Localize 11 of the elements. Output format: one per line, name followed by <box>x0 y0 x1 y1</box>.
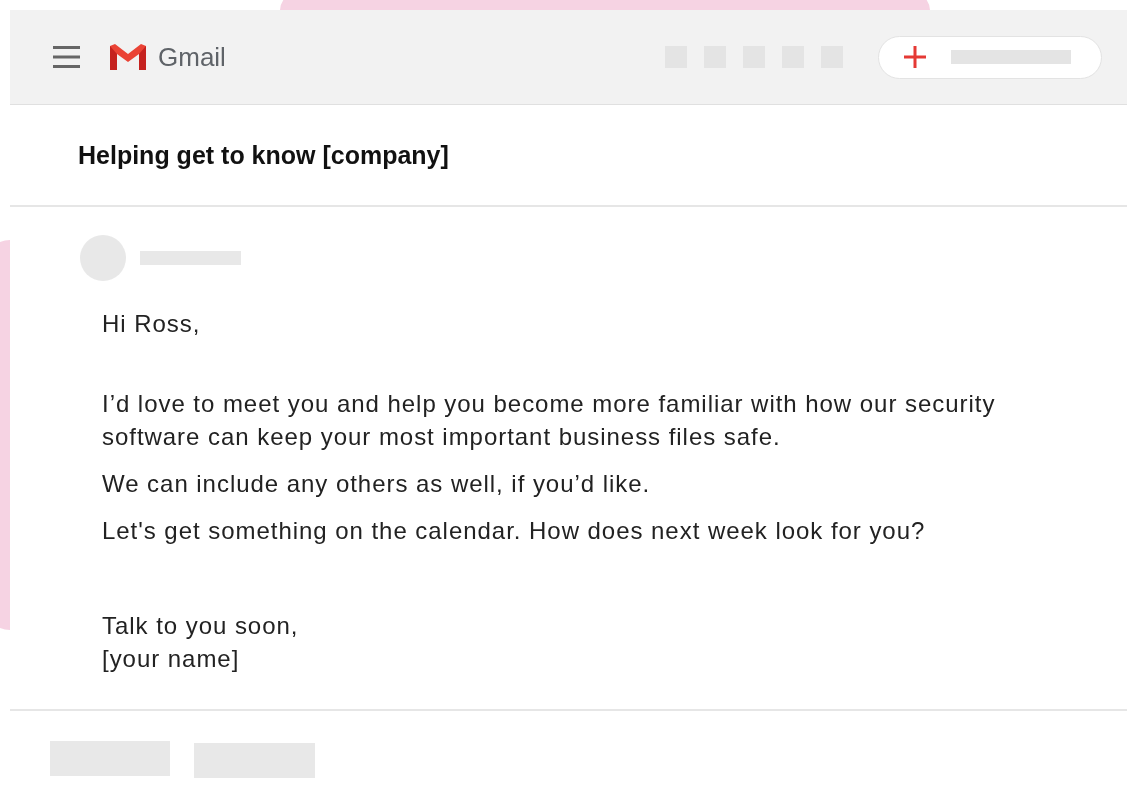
body-paragraph: Let's get something on the calendar. How does next week look for you? <box>102 516 927 546</box>
menu-icon[interactable] <box>53 46 80 68</box>
gmail-logo-icon <box>108 42 148 72</box>
app-name: Gmail <box>158 40 226 74</box>
greeting: Hi Ross, <box>102 309 202 339</box>
plus-icon <box>904 46 926 68</box>
body-paragraph: I’d love to meet you and help you become more familiar with how our security software can keep your most important business files safe. <box>102 389 997 452</box>
body-paragraph: We can include any others as well, if you’d like. <box>102 469 652 499</box>
email-subject: Helping get to know [company] <box>78 140 449 172</box>
sign-off-line: Talk to you soon, <box>102 611 300 641</box>
sign-off-line: [your name] <box>102 644 241 674</box>
